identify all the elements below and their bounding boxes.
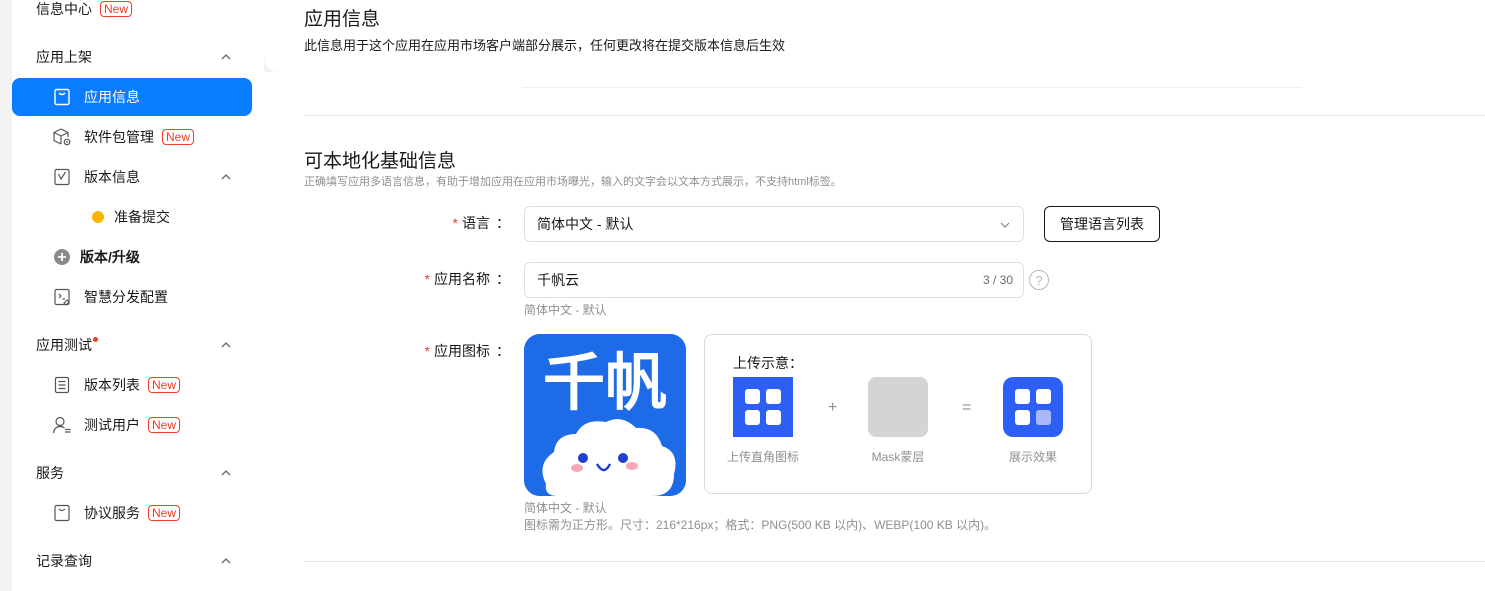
notification-dot: [93, 336, 98, 342]
sidebar-item-package-mgmt[interactable]: 软件包管理 New: [12, 118, 252, 156]
plus-circle-icon: [52, 247, 72, 267]
chevron-up-icon: [221, 54, 231, 60]
sidebar-group-label: 应用上架: [36, 49, 92, 65]
app-name-label: * 应用名称 ：: [425, 269, 510, 289]
new-badge: New: [162, 129, 195, 145]
sidebar-item-version-info[interactable]: 版本信息: [12, 158, 252, 196]
demo-caption: 上传直角图标: [726, 450, 799, 464]
pending-status-dot: [92, 211, 104, 223]
app-icon-label-text: 应用图标: [434, 343, 490, 359]
page-header: 应用信息 此信息用于这个应用在应用市场客户端部分展示，任何更改将在提交版本信息后…: [264, 0, 1485, 72]
app-icon-language-hint: 简体中文 - 默认: [524, 501, 607, 515]
app-icon-spec-hint: 图标需为正方形。尺寸：216*216px；格式：PNG(500 KB 以内)、W…: [524, 518, 997, 532]
previous-section-edge: [522, 82, 1302, 88]
sidebar-item-label: 应用信息: [84, 89, 140, 105]
agreement-icon: [52, 503, 72, 523]
sidebar: 信息中心 New 应用上架 应用信息 软件包管理 New 版本信息 准备提交 版…: [0, 0, 264, 591]
sidebar-group-testing[interactable]: 应用测试: [12, 326, 252, 364]
app-name-value: 千帆云: [537, 272, 579, 288]
new-badge: New: [148, 377, 181, 393]
display-effect-demo: [1003, 377, 1063, 437]
upload-demo-title: 上传示意：: [733, 355, 803, 371]
app-name-input[interactable]: 千帆云 3 / 30: [524, 262, 1024, 298]
app-icon-label: * 应用图标 ：: [425, 341, 510, 361]
label-colon: ：: [496, 215, 510, 231]
app-icon-upload[interactable]: 千帆: [524, 334, 686, 496]
sidebar-group-label: 服务: [36, 465, 64, 481]
chevron-up-icon: [221, 174, 231, 180]
required-mark: *: [424, 343, 430, 359]
page-title: 应用信息: [304, 9, 381, 30]
sidebar-item-version-list[interactable]: 版本列表 New: [12, 366, 252, 404]
sidebar-group-label: 记录查询: [36, 553, 92, 569]
sidebar-item-smart-distribution[interactable]: 智慧分发配置: [12, 278, 252, 316]
new-badge: New: [148, 505, 181, 521]
manage-languages-button[interactable]: 管理语言列表: [1044, 206, 1160, 242]
demo-caption: 展示效果: [1008, 450, 1057, 464]
new-badge: New: [100, 1, 133, 17]
sidebar-group-records[interactable]: 记录查询: [12, 542, 252, 580]
sidebar-item-app-info[interactable]: 应用信息: [12, 78, 252, 116]
app-name-hint: 简体中文 - 默认: [524, 303, 607, 317]
user-list-icon: [52, 415, 72, 435]
chevron-up-icon: [221, 470, 231, 476]
list-document-icon: [52, 375, 72, 395]
new-badge: New: [148, 417, 181, 433]
upload-demo-box: 上传示意： + = 上传直角图标 Mask蒙层 展示效果: [704, 334, 1092, 494]
sidebar-edge: [0, 0, 12, 591]
sidebar-item-label: 准备提交: [114, 209, 170, 225]
language-label-text: 语言: [462, 215, 490, 231]
chevron-down-icon: [1000, 222, 1010, 228]
smart-distribution-icon: [52, 287, 72, 307]
sidebar-group-service[interactable]: 服务: [12, 454, 252, 492]
sidebar-item-label: 软件包管理: [84, 129, 154, 145]
sidebar-item-info-center[interactable]: 信息中心 New: [12, 0, 252, 28]
language-label: * 语言 ：: [453, 213, 510, 233]
sidebar-item-label: 版本/升级: [80, 249, 140, 265]
label-colon: ：: [496, 271, 510, 287]
page-description: 此信息用于这个应用在应用市场客户端部分展示，任何更改将在提交版本信息后生效: [304, 38, 786, 53]
sidebar-item-prepare-submit[interactable]: 准备提交: [12, 198, 252, 236]
required-mark: *: [452, 215, 458, 231]
sidebar-item-label: 信息中心: [36, 1, 92, 17]
sidebar-item-agreement-service[interactable]: 协议服务 New: [12, 494, 252, 532]
help-icon[interactable]: ?: [1029, 270, 1049, 290]
sidebar-item-label: 智慧分发配置: [84, 289, 168, 305]
app-info-icon: [52, 87, 72, 107]
chevron-up-icon: [221, 342, 231, 348]
svg-text:千帆: 千帆: [543, 346, 667, 419]
main-content: 可本地化基础信息 正确填写应用多语言信息，有助于增加应用在应用市场曝光，输入的文…: [264, 72, 1485, 591]
square-icon-demo: [733, 377, 793, 437]
equals-sign: =: [962, 399, 972, 416]
section-title: 可本地化基础信息: [304, 151, 457, 172]
language-select-value: 简体中文 - 默认: [537, 216, 634, 232]
sidebar-item-label: 版本信息: [84, 169, 140, 185]
label-colon: ：: [496, 343, 510, 359]
section-description: 正确填写应用多语言信息，有助于增加应用在应用市场曝光，输入的文字会以文本方式展示…: [304, 176, 842, 188]
plus-sign: +: [828, 399, 838, 416]
sidebar-item-test-users[interactable]: 测试用户 New: [12, 406, 252, 444]
mask-layer-demo: [868, 377, 928, 437]
version-info-icon: [52, 167, 72, 187]
chevron-up-icon: [221, 558, 231, 564]
divider: [304, 115, 1485, 116]
package-gear-icon: [52, 127, 72, 147]
sidebar-group-listing[interactable]: 应用上架: [12, 38, 252, 76]
language-select[interactable]: 简体中文 - 默认: [524, 206, 1024, 242]
sidebar-item-label: 版本列表: [84, 377, 140, 393]
demo-caption: Mask蒙层: [871, 450, 925, 464]
divider: [304, 561, 1485, 562]
sidebar-item-version-upgrade[interactable]: 版本/升级: [12, 238, 252, 276]
qianfan-logo-icon: 千帆: [524, 334, 686, 496]
char-counter: 3 / 30: [982, 273, 1013, 287]
sidebar-group-label: 应用测试: [36, 337, 92, 353]
sidebar-item-label: 测试用户: [84, 417, 140, 433]
app-name-label-text: 应用名称: [434, 271, 490, 287]
sidebar-item-label: 协议服务: [84, 505, 140, 521]
required-mark: *: [424, 271, 430, 287]
